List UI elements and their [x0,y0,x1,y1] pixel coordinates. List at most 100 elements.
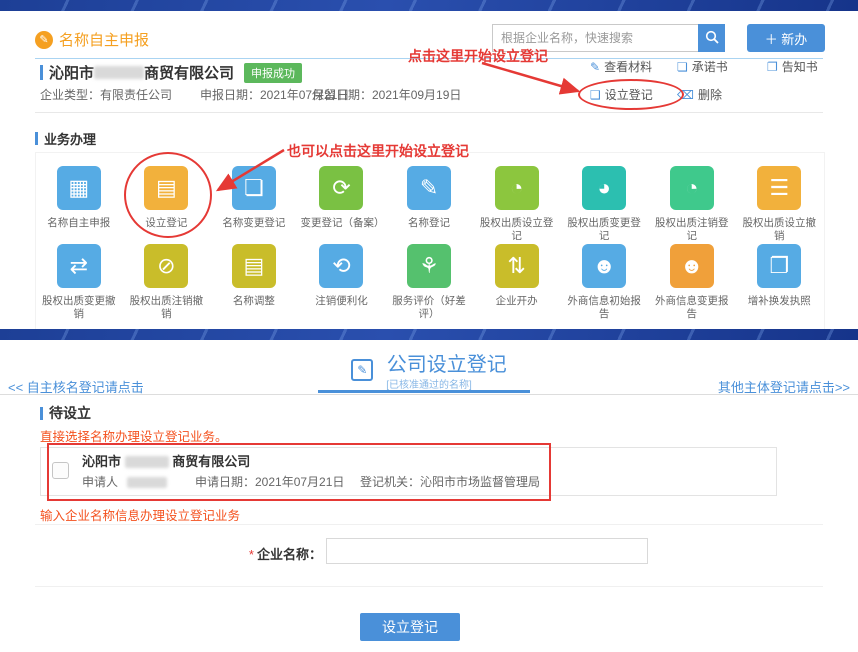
business-section-title: 业务办理 [35,129,96,148]
merge-arrows-icon: ⇅ [495,244,539,288]
enterprise-name-input[interactable] [326,538,648,564]
candidate-name-suffix: 商贸有限公司 [172,454,250,469]
tip-input-name: 输入企业名称信息办理设立登记业务 [40,505,240,524]
business-item-cancellation-facilitation[interactable]: ⟲ 注销便利化 [298,244,386,321]
candidate-authority: 登记机关：沁阳市市场监督管理局 [360,473,540,490]
accent-bar [35,132,38,145]
action-label: 删除 [698,86,722,103]
business-item-establishment-registration[interactable]: ▤ 设立登记 [123,166,211,243]
business-item-label: 企业开办 [496,295,538,308]
action-label: 查看材料 [604,58,652,75]
clipboard-pencil-icon: ✎ [407,166,451,210]
annotation-click-here: 点击这里开始设立登记 [408,46,548,66]
action-commitment-letter[interactable]: ❏ 承诺书 [677,58,728,75]
document-icon: ❑ [590,88,601,102]
section-banner [0,329,858,340]
action-view-materials[interactable]: ✎ 查看材料 [590,58,652,75]
business-item-license-reissue[interactable]: ❐ 增补换发执照 [736,244,824,321]
divider [35,586,823,587]
clipboard-minus-icon: ❏ [232,166,276,210]
redacted-text [125,456,169,468]
enterprise-name-label: *企业名称： [180,544,322,563]
company-name-suffix: 商贸有限公司 [144,62,234,83]
business-item-label: 外商信息变更报告 [651,295,733,321]
business-item-enterprise-opening[interactable]: ⇅ 企业开办 [473,244,561,321]
establishment-registration-submit-button[interactable]: 设立登记 [360,613,460,641]
business-item-label: 注销便利化 [315,295,368,308]
business-grid-row-2: ⇄ 股权出质变更撤销 ⊘ 股权出质注销撤销 ▤ 名称调整 ⟲ 注销便利化 ⚘ 服… [35,244,823,321]
document-icon: ❐ [767,60,778,74]
swap-arrows-icon: ⇄ [57,244,101,288]
business-item-label: 股权出质变更登记 [563,217,645,243]
business-item-label: 股权出质设立撤销 [738,217,820,243]
business-item-service-evaluation[interactable]: ⚘ 服务评价（好差评） [385,244,473,321]
pending-title-text: 待设立 [49,403,91,423]
business-item-name-registration[interactable]: ✎ 名称登记 [385,166,473,243]
loop-arrow-icon: ⟲ [319,244,363,288]
list-icon: ☰ [757,166,801,210]
business-item-label: 名称自主申报 [47,217,110,230]
page-title: ✎ 名称自主申报 [35,29,149,50]
business-item-equity-pledge-cancellation[interactable]: ◔ 股权出质注销登记 [648,166,736,243]
business-item-label: 服务评价（好差评） [388,295,470,321]
action-label: 设立登记 [605,86,653,103]
document-plus-icon: ❐ [757,244,801,288]
action-establishment-registration[interactable]: ❑ 设立登记 [590,86,653,103]
business-item-label: 名称调整 [233,295,275,308]
business-item-label: 股权出质注销登记 [651,217,733,243]
business-item-label: 名称变更登记 [222,217,285,230]
business-item-label: 股权出质注销撤销 [125,295,207,321]
action-notification-letter[interactable]: ❐ 告知书 [767,58,818,75]
business-item-equity-pledge-cancellation-revoke[interactable]: ⊘ 股权出质注销撤销 [123,244,211,321]
redacted-text [127,477,167,488]
new-application-button[interactable]: ＋ 新办 [747,24,825,52]
business-item-equity-pledge-establishment-revoke[interactable]: ☰ 股权出质设立撤销 [736,166,824,243]
required-asterisk: * [249,547,254,562]
person-icon: ☻ [582,244,626,288]
document-edit-icon: ✎ [590,60,600,74]
business-item-change-registration-filing[interactable]: ⟳ 变更登记（备案） [298,166,386,243]
accent-bar [40,407,43,420]
active-tab-underline [318,390,530,393]
accent-bar [40,65,43,80]
pie-chart-icon: ◔ [670,166,714,210]
business-item-name-self-declaration[interactable]: ▦ 名称自主申报 [35,166,123,243]
business-item-equity-pledge-establishment[interactable]: ◔ 股权出质设立登记 [473,166,561,243]
arrow-to-setup-link [482,63,578,91]
divider [35,524,823,525]
business-item-name-adjustment[interactable]: ▤ 名称调整 [210,244,298,321]
registration-title-text: 公司设立登记 [387,354,507,376]
action-label: 承诺书 [692,58,728,75]
candidate-apply-date: 申请日期：2021年07月21日 [195,473,344,490]
enterprise-name-label-text: 企业名称： [257,547,322,562]
business-item-label: 外商信息初始报告 [563,295,645,321]
candidate-company-name: 沁阳市 商贸有限公司 [82,451,250,470]
action-delete[interactable]: ⌫ 删除 [677,86,722,103]
action-label: 告知书 [782,58,818,75]
business-item-label: 变更登记（备案） [300,217,382,230]
business-item-label: 名称登记 [408,217,450,230]
status-badge: 申报成功 [244,63,302,83]
business-item-label: 股权出质变更撤销 [38,295,120,321]
document-icon: ❏ [677,60,688,74]
business-item-name-change-registration[interactable]: ❏ 名称变更登记 [210,166,298,243]
annotation-click-here-alt: 也可以点击这里开始设立登记 [287,141,469,161]
business-item-label: 增补换发执照 [748,295,811,308]
top-banner [0,0,858,11]
candidate-applicant: 申请人 [82,473,167,490]
search-button[interactable] [698,24,725,52]
company-name-prefix: 沁阳市 [49,62,94,83]
business-item-equity-pledge-change-revoke[interactable]: ⇄ 股权出质变更撤销 [35,244,123,321]
circle-slash-icon: ⊘ [144,244,188,288]
edit-badge-icon: ✎ [35,31,53,49]
business-item-foreign-info-initial-report[interactable]: ☻ 外商信息初始报告 [560,244,648,321]
clipboard-icon: ▤ [144,166,188,210]
person-icon: ☻ [670,244,714,288]
redacted-text [94,66,144,79]
business-item-foreign-info-change-report[interactable]: ☻ 外商信息变更报告 [648,244,736,321]
business-item-equity-pledge-change[interactable]: ◕ 股权出质变更登记 [560,166,648,243]
applicant-label: 申请人 [82,475,118,489]
tip-select-name: 直接选择名称办理设立登记业务。 [40,426,228,445]
candidate-checkbox[interactable] [52,462,69,479]
clipboard-icon: ▤ [232,244,276,288]
